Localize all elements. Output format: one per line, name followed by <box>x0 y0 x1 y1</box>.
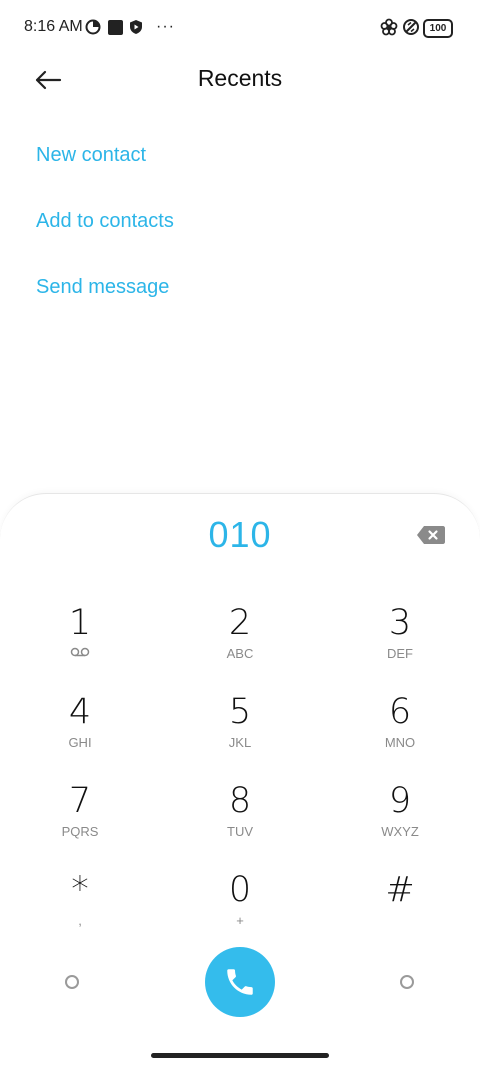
key-digit: 5 <box>228 692 252 732</box>
voicemail-icon <box>20 647 140 657</box>
backspace-icon <box>417 526 445 544</box>
phone-screen: 8:16 AM ··· 100 Recents New contact Add … <box>0 0 480 1066</box>
key-7[interactable]: 7 PQRS <box>20 781 140 861</box>
key-letters: JKL <box>228 735 252 750</box>
flower-app-icon <box>380 18 398 36</box>
key-digit: 9 <box>388 781 412 821</box>
status-bar: 8:16 AM ··· 100 <box>0 0 480 56</box>
key-digit: 3 <box>388 603 412 643</box>
key-digit: 1 <box>68 603 92 643</box>
key-letters: , <box>78 913 82 928</box>
key-letters: DEF <box>387 646 413 661</box>
key-5[interactable]: 5 JKL <box>180 692 300 772</box>
key-digit: 2 <box>228 603 252 643</box>
key-digit: 7 <box>68 781 92 821</box>
square-notification-icon <box>106 18 124 36</box>
key-letters: ABC <box>226 646 254 661</box>
key-digit: 6 <box>388 692 412 732</box>
key-letters: GHI <box>68 735 92 750</box>
key-4[interactable]: 4 GHI <box>20 692 140 772</box>
home-indicator[interactable] <box>151 1053 329 1058</box>
key-3[interactable]: 3 DEF <box>340 603 460 683</box>
key-letters: PQRS <box>61 824 99 839</box>
key-letters: WXYZ <box>381 824 419 839</box>
add-to-contacts-link[interactable]: Add to contacts <box>36 210 174 233</box>
key-digit: # <box>385 870 415 910</box>
key-0[interactable]: 0 + <box>180 870 300 950</box>
more-notifications-icon: ··· <box>156 18 175 35</box>
backspace-button[interactable] <box>416 525 446 545</box>
key-digit: 0 <box>228 870 252 910</box>
key-digit: 8 <box>228 781 252 821</box>
data-saver-icon <box>84 18 102 36</box>
key-letters: MNO <box>384 735 416 750</box>
key-letters: + <box>236 913 244 928</box>
shield-play-icon <box>127 18 145 36</box>
key-digit: * <box>71 870 89 910</box>
key-hash[interactable]: # <box>340 870 460 950</box>
battery-indicator: 100 <box>423 19 453 38</box>
key-9[interactable]: 9 WXYZ <box>340 781 460 861</box>
key-star[interactable]: * , <box>20 870 140 950</box>
key-2[interactable]: 2 ABC <box>180 603 300 683</box>
key-1[interactable]: 1 <box>20 603 140 683</box>
header: Recents <box>0 56 480 106</box>
phone-icon <box>227 969 253 995</box>
send-message-link[interactable]: Send message <box>36 276 169 299</box>
key-digit: 4 <box>68 692 92 732</box>
key-6[interactable]: 6 MNO <box>340 692 460 772</box>
key-letters: TUV <box>227 824 253 839</box>
call-button[interactable] <box>205 947 275 1017</box>
dialed-number[interactable]: 010 <box>0 514 480 556</box>
sim-1-dot-button[interactable] <box>65 975 79 989</box>
page-title: Recents <box>197 65 283 91</box>
no-sim-icon <box>402 18 420 36</box>
dialpad-sheet: 010 1 2 ABC 3 DEF 4 GHI 5 JKL 6 MNO 7 PQ… <box>0 493 480 1066</box>
sim-2-dot-button[interactable] <box>400 975 414 989</box>
key-8[interactable]: 8 TUV <box>180 781 300 861</box>
status-time: 8:16 AM <box>24 18 83 35</box>
new-contact-link[interactable]: New contact <box>36 144 146 167</box>
